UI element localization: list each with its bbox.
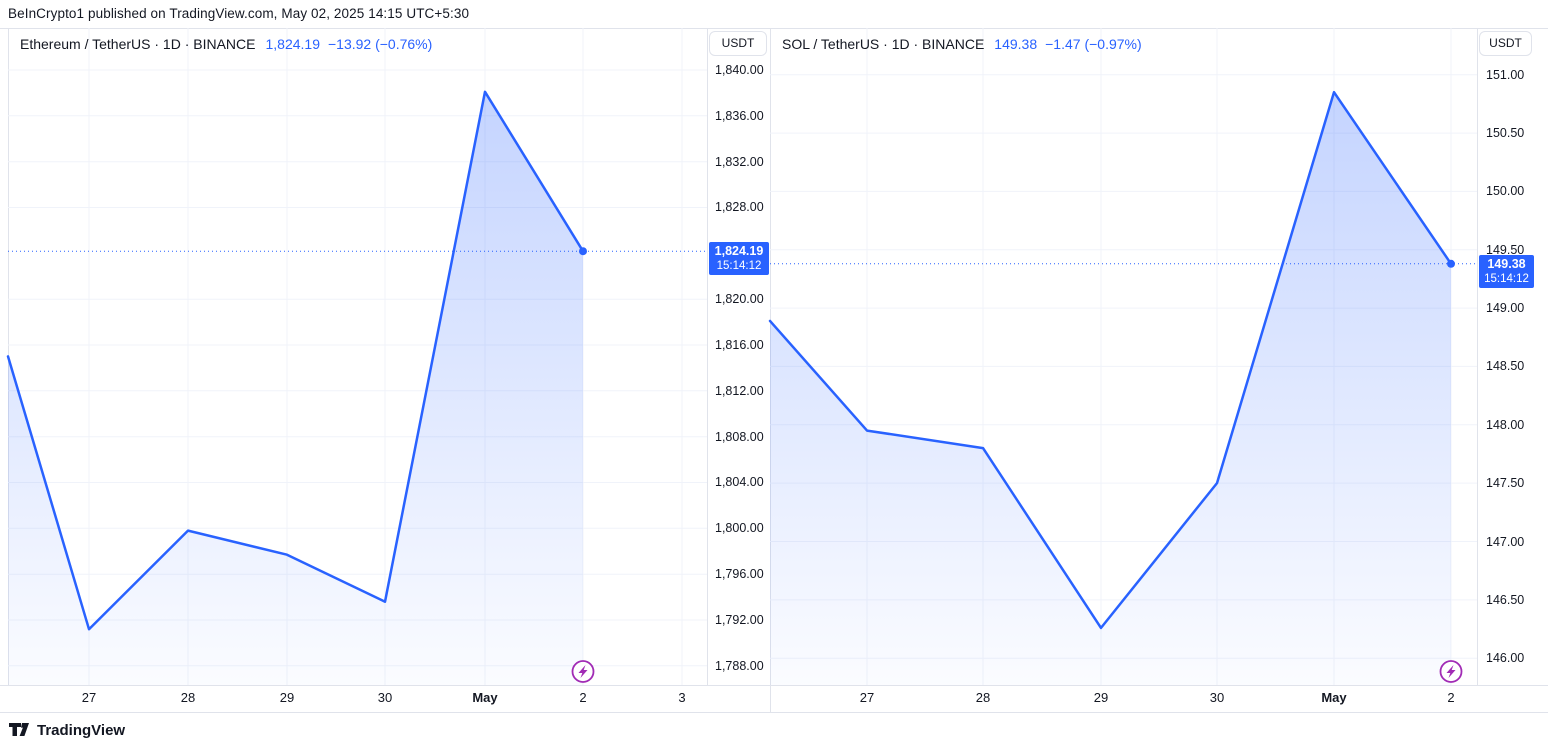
- x-axis-tick-label: May: [1321, 690, 1346, 705]
- sol-time-scale[interactable]: [770, 685, 1548, 712]
- y-axis-tick-label: 1,788.00: [715, 658, 764, 674]
- eth-chart-legend: Ethereum / TetherUS · 1D · BINANCE 1,824.…: [20, 36, 432, 52]
- eth-current-price-badge: 1,824.19 15:14:12: [709, 242, 769, 275]
- tradingview-snapshot: BeInCrypto1 published on TradingView.com…: [0, 0, 1548, 747]
- sol-price-change: −1.47 (−0.97%): [1045, 36, 1142, 52]
- eth-badge-time: 15:14:12: [713, 259, 765, 273]
- eth-flash-icon-button[interactable]: [571, 660, 595, 684]
- sol-current-price-badge: 149.38 15:14:12: [1479, 255, 1534, 288]
- y-axis-tick-label: 148.50: [1486, 358, 1524, 374]
- y-axis-tick-label: 1,812.00: [715, 383, 764, 399]
- eth-price-change: −13.92 (−0.76%): [328, 36, 432, 52]
- tradingview-footer: TradingView: [8, 719, 125, 741]
- sol-flash-icon-button[interactable]: [1439, 660, 1463, 684]
- x-axis-tick-label: 28: [181, 690, 195, 705]
- y-axis-tick-label: 150.00: [1486, 183, 1524, 199]
- eth-price-scale[interactable]: [707, 28, 770, 685]
- eth-badge-price: 1,824.19: [713, 244, 765, 259]
- y-axis-tick-label: 1,840.00: [715, 62, 764, 78]
- eth-last-price: 1,824.19: [265, 36, 320, 52]
- y-axis-tick-label: 1,796.00: [715, 566, 764, 582]
- y-axis-tick-label: 149.00: [1486, 300, 1524, 316]
- eth-symbol-title: Ethereum / TetherUS · 1D · BINANCE: [20, 36, 255, 52]
- eth-currency-badge[interactable]: USDT: [709, 31, 767, 56]
- tradingview-logo-icon: [8, 719, 30, 741]
- y-axis-tick-label: 1,808.00: [715, 429, 764, 445]
- sol-currency-badge[interactable]: USDT: [1479, 31, 1532, 56]
- x-axis-tick-label: 29: [1094, 690, 1108, 705]
- sol-plot-area[interactable]: [770, 28, 1477, 685]
- x-axis-tick-label: 2: [1447, 690, 1454, 705]
- y-axis-tick-label: 147.00: [1486, 534, 1524, 550]
- y-axis-tick-label: 1,836.00: [715, 108, 764, 124]
- y-axis-tick-label: 1,832.00: [715, 154, 764, 170]
- y-axis-tick-label: 1,828.00: [715, 199, 764, 215]
- y-axis-tick-label: 1,820.00: [715, 291, 764, 307]
- sol-badge-price: 149.38: [1483, 257, 1530, 272]
- sol-last-price: 149.38: [994, 36, 1037, 52]
- x-axis-tick-label: 3: [678, 690, 685, 705]
- x-axis-tick-label: 30: [1210, 690, 1224, 705]
- tradingview-wordmark: TradingView: [37, 722, 125, 739]
- x-axis-tick-label: 27: [82, 690, 96, 705]
- y-axis-tick-label: 146.50: [1486, 592, 1524, 608]
- x-axis-tick-label: 2: [579, 690, 586, 705]
- y-axis-tick-label: 146.00: [1486, 650, 1524, 666]
- x-axis-tick-label: 27: [860, 690, 874, 705]
- x-axis-tick-label: 28: [976, 690, 990, 705]
- y-axis-tick-label: 1,816.00: [715, 337, 764, 353]
- y-axis-tick-label: 151.00: [1486, 67, 1524, 83]
- x-axis-tick-label: 30: [378, 690, 392, 705]
- eth-plot-area[interactable]: [8, 28, 707, 685]
- sol-badge-time: 15:14:12: [1483, 272, 1530, 286]
- y-axis-tick-label: 147.50: [1486, 475, 1524, 491]
- y-axis-tick-label: 1,804.00: [715, 474, 764, 490]
- y-axis-tick-label: 148.00: [1486, 417, 1524, 433]
- x-axis-tick-label: 29: [280, 690, 294, 705]
- y-axis-tick-label: 150.50: [1486, 125, 1524, 141]
- x-axis-tick-label: May: [472, 690, 497, 705]
- y-axis-tick-label: 1,792.00: [715, 612, 764, 628]
- sol-chart-legend: SOL / TetherUS · 1D · BINANCE 149.38 −1.47…: [782, 36, 1142, 52]
- sol-symbol-title: SOL / TetherUS · 1D · BINANCE: [782, 36, 984, 52]
- y-axis-tick-label: 1,800.00: [715, 520, 764, 536]
